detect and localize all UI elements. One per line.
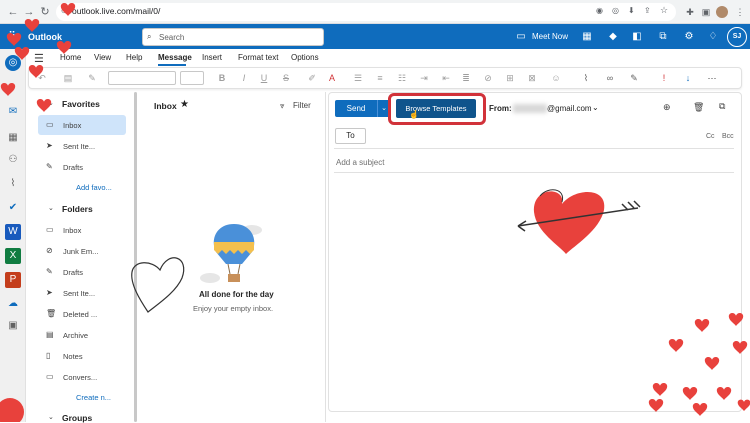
hearts-overlay <box>0 2 750 422</box>
